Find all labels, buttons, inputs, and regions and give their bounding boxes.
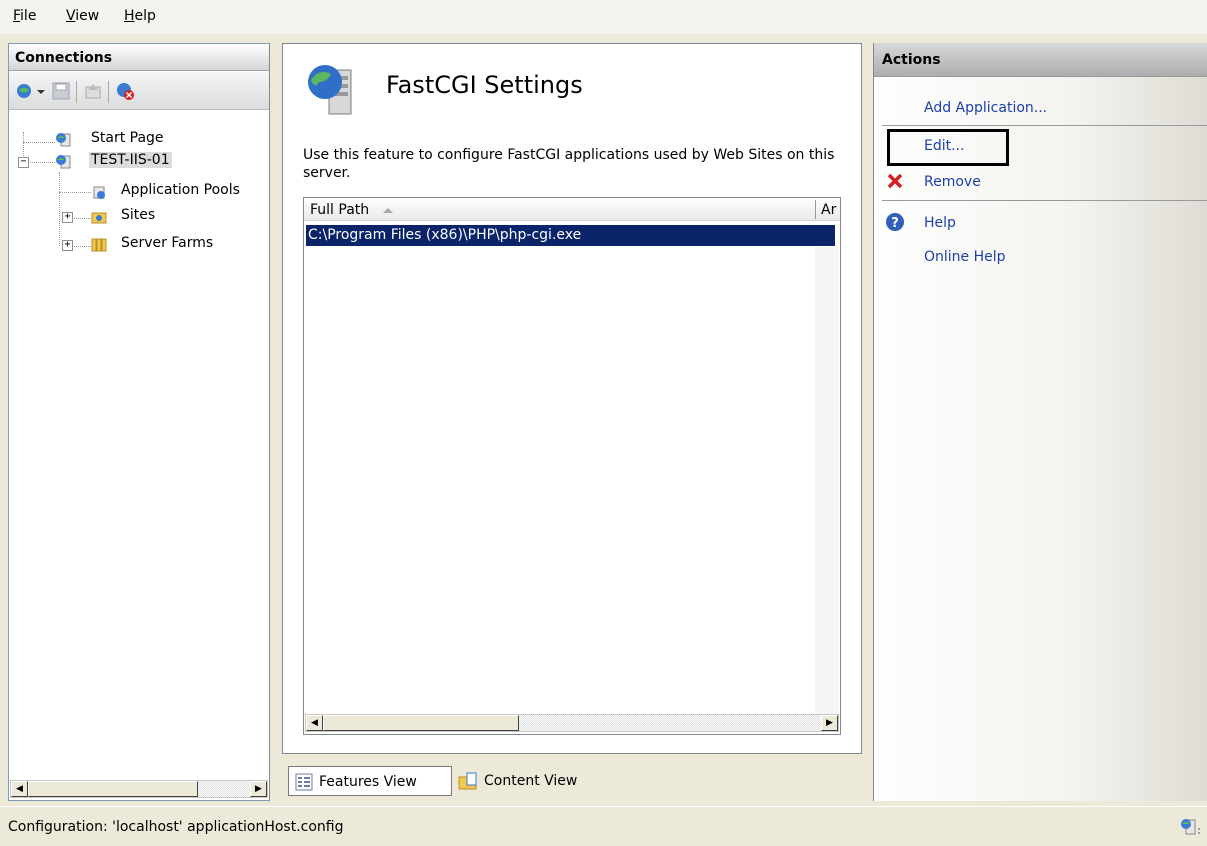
menu-bar: File View Help xyxy=(0,0,1207,34)
status-text: Configuration: 'localhost' applicationHo… xyxy=(8,819,344,835)
edit-link[interactable]: Edit... xyxy=(924,138,964,154)
tree-item-sites[interactable]: Sites xyxy=(121,207,155,223)
tree-line xyxy=(74,246,91,247)
page-description: Use this feature to configure FastCGI ap… xyxy=(303,147,835,181)
menu-help[interactable]: Help xyxy=(124,8,156,24)
sort-up-icon xyxy=(382,208,393,213)
up-icon[interactable] xyxy=(83,81,103,101)
status-bar: Configuration: 'localhost' applicationHo… xyxy=(0,806,1207,846)
remove-link[interactable]: Remove xyxy=(924,174,981,190)
page-title: FastCGI Settings xyxy=(386,71,583,99)
connections-title: Connections xyxy=(9,44,269,71)
scroll-left-icon[interactable]: ◀ xyxy=(11,781,28,797)
server-icon xyxy=(56,155,71,169)
start-page-icon xyxy=(56,133,71,147)
tree-item-server-farms[interactable]: Server Farms xyxy=(121,235,213,251)
connections-toolbar xyxy=(9,72,269,110)
tab-features-view[interactable]: Features View xyxy=(288,766,452,796)
tree-item-start-page[interactable]: Start Page xyxy=(91,130,164,146)
tree-line xyxy=(30,162,55,163)
connections-pane: Connections Start Page − TEST-IIS-01 App… xyxy=(8,43,270,801)
help-icon: ? xyxy=(886,213,904,231)
connections-hscrollbar[interactable]: ◀ ▶ xyxy=(10,780,268,798)
dropdown-arrow-icon[interactable] xyxy=(36,81,46,101)
content-pane: FastCGI Settings Use this feature to con… xyxy=(282,43,862,754)
content-view-icon xyxy=(458,772,477,790)
list-item[interactable]: C:\Program Files (x86)\PHP\php-cgi.exe xyxy=(306,225,835,246)
fastcgi-globe-icon xyxy=(308,65,352,115)
help-link[interactable]: Help xyxy=(924,215,956,231)
actions-separator xyxy=(882,125,1207,126)
globe-server-icon[interactable] xyxy=(15,81,35,101)
tree-item-server[interactable]: TEST-IIS-01 xyxy=(89,152,172,168)
server-status-icon xyxy=(1181,819,1200,835)
actions-pane: Actions Add Application... Edit... Remov… xyxy=(873,43,1207,801)
tree-line xyxy=(74,218,91,219)
scroll-thumb[interactable] xyxy=(28,781,198,797)
tab-content-view-label: Content View xyxy=(484,773,578,789)
scroll-right-icon[interactable]: ▶ xyxy=(821,715,838,731)
scroll-thumb[interactable] xyxy=(323,715,519,731)
tree-line xyxy=(59,192,91,193)
menu-file[interactable]: File xyxy=(13,8,36,24)
scroll-right-icon[interactable]: ▶ xyxy=(250,781,267,797)
expand-icon[interactable]: + xyxy=(62,240,73,251)
column-arguments[interactable]: Ar xyxy=(821,202,836,218)
disconnect-icon[interactable] xyxy=(115,81,135,101)
list-empty-column xyxy=(815,247,839,727)
expand-icon[interactable]: + xyxy=(62,212,73,223)
features-view-icon xyxy=(295,773,313,791)
actions-title: Actions xyxy=(874,43,1207,77)
list-item-path: C:\Program Files (x86)\PHP\php-cgi.exe xyxy=(308,227,582,243)
tree-item-application-pools[interactable]: Application Pools xyxy=(121,182,240,198)
list-hscrollbar[interactable]: ◀ ▶ xyxy=(305,714,839,732)
svg-text:?: ? xyxy=(891,216,899,231)
tab-features-view-label: Features View xyxy=(319,774,417,790)
tree-line xyxy=(59,172,60,246)
server-farm-icon xyxy=(91,238,107,252)
toolbar-separator xyxy=(108,81,109,103)
save-icon[interactable] xyxy=(51,81,71,101)
column-full-path[interactable]: Full Path xyxy=(310,202,394,218)
sites-icon xyxy=(91,212,107,224)
add-application-link[interactable]: Add Application... xyxy=(924,100,1047,116)
menu-view[interactable]: View xyxy=(66,8,99,24)
scroll-left-icon[interactable]: ◀ xyxy=(306,715,323,731)
collapse-icon[interactable]: − xyxy=(18,157,29,168)
tree-line xyxy=(23,142,55,143)
app-pool-icon xyxy=(93,186,105,199)
list-header: Full Path Ar xyxy=(304,198,840,221)
toolbar-separator xyxy=(76,81,77,103)
remove-icon xyxy=(887,173,903,189)
online-help-link[interactable]: Online Help xyxy=(924,249,1006,265)
actions-separator xyxy=(882,200,1207,201)
tab-content-view[interactable]: Content View xyxy=(454,766,614,796)
fastcgi-list[interactable]: Full Path Ar C:\Program Files (x86)\PHP\… xyxy=(303,197,841,735)
column-divider xyxy=(815,200,816,219)
